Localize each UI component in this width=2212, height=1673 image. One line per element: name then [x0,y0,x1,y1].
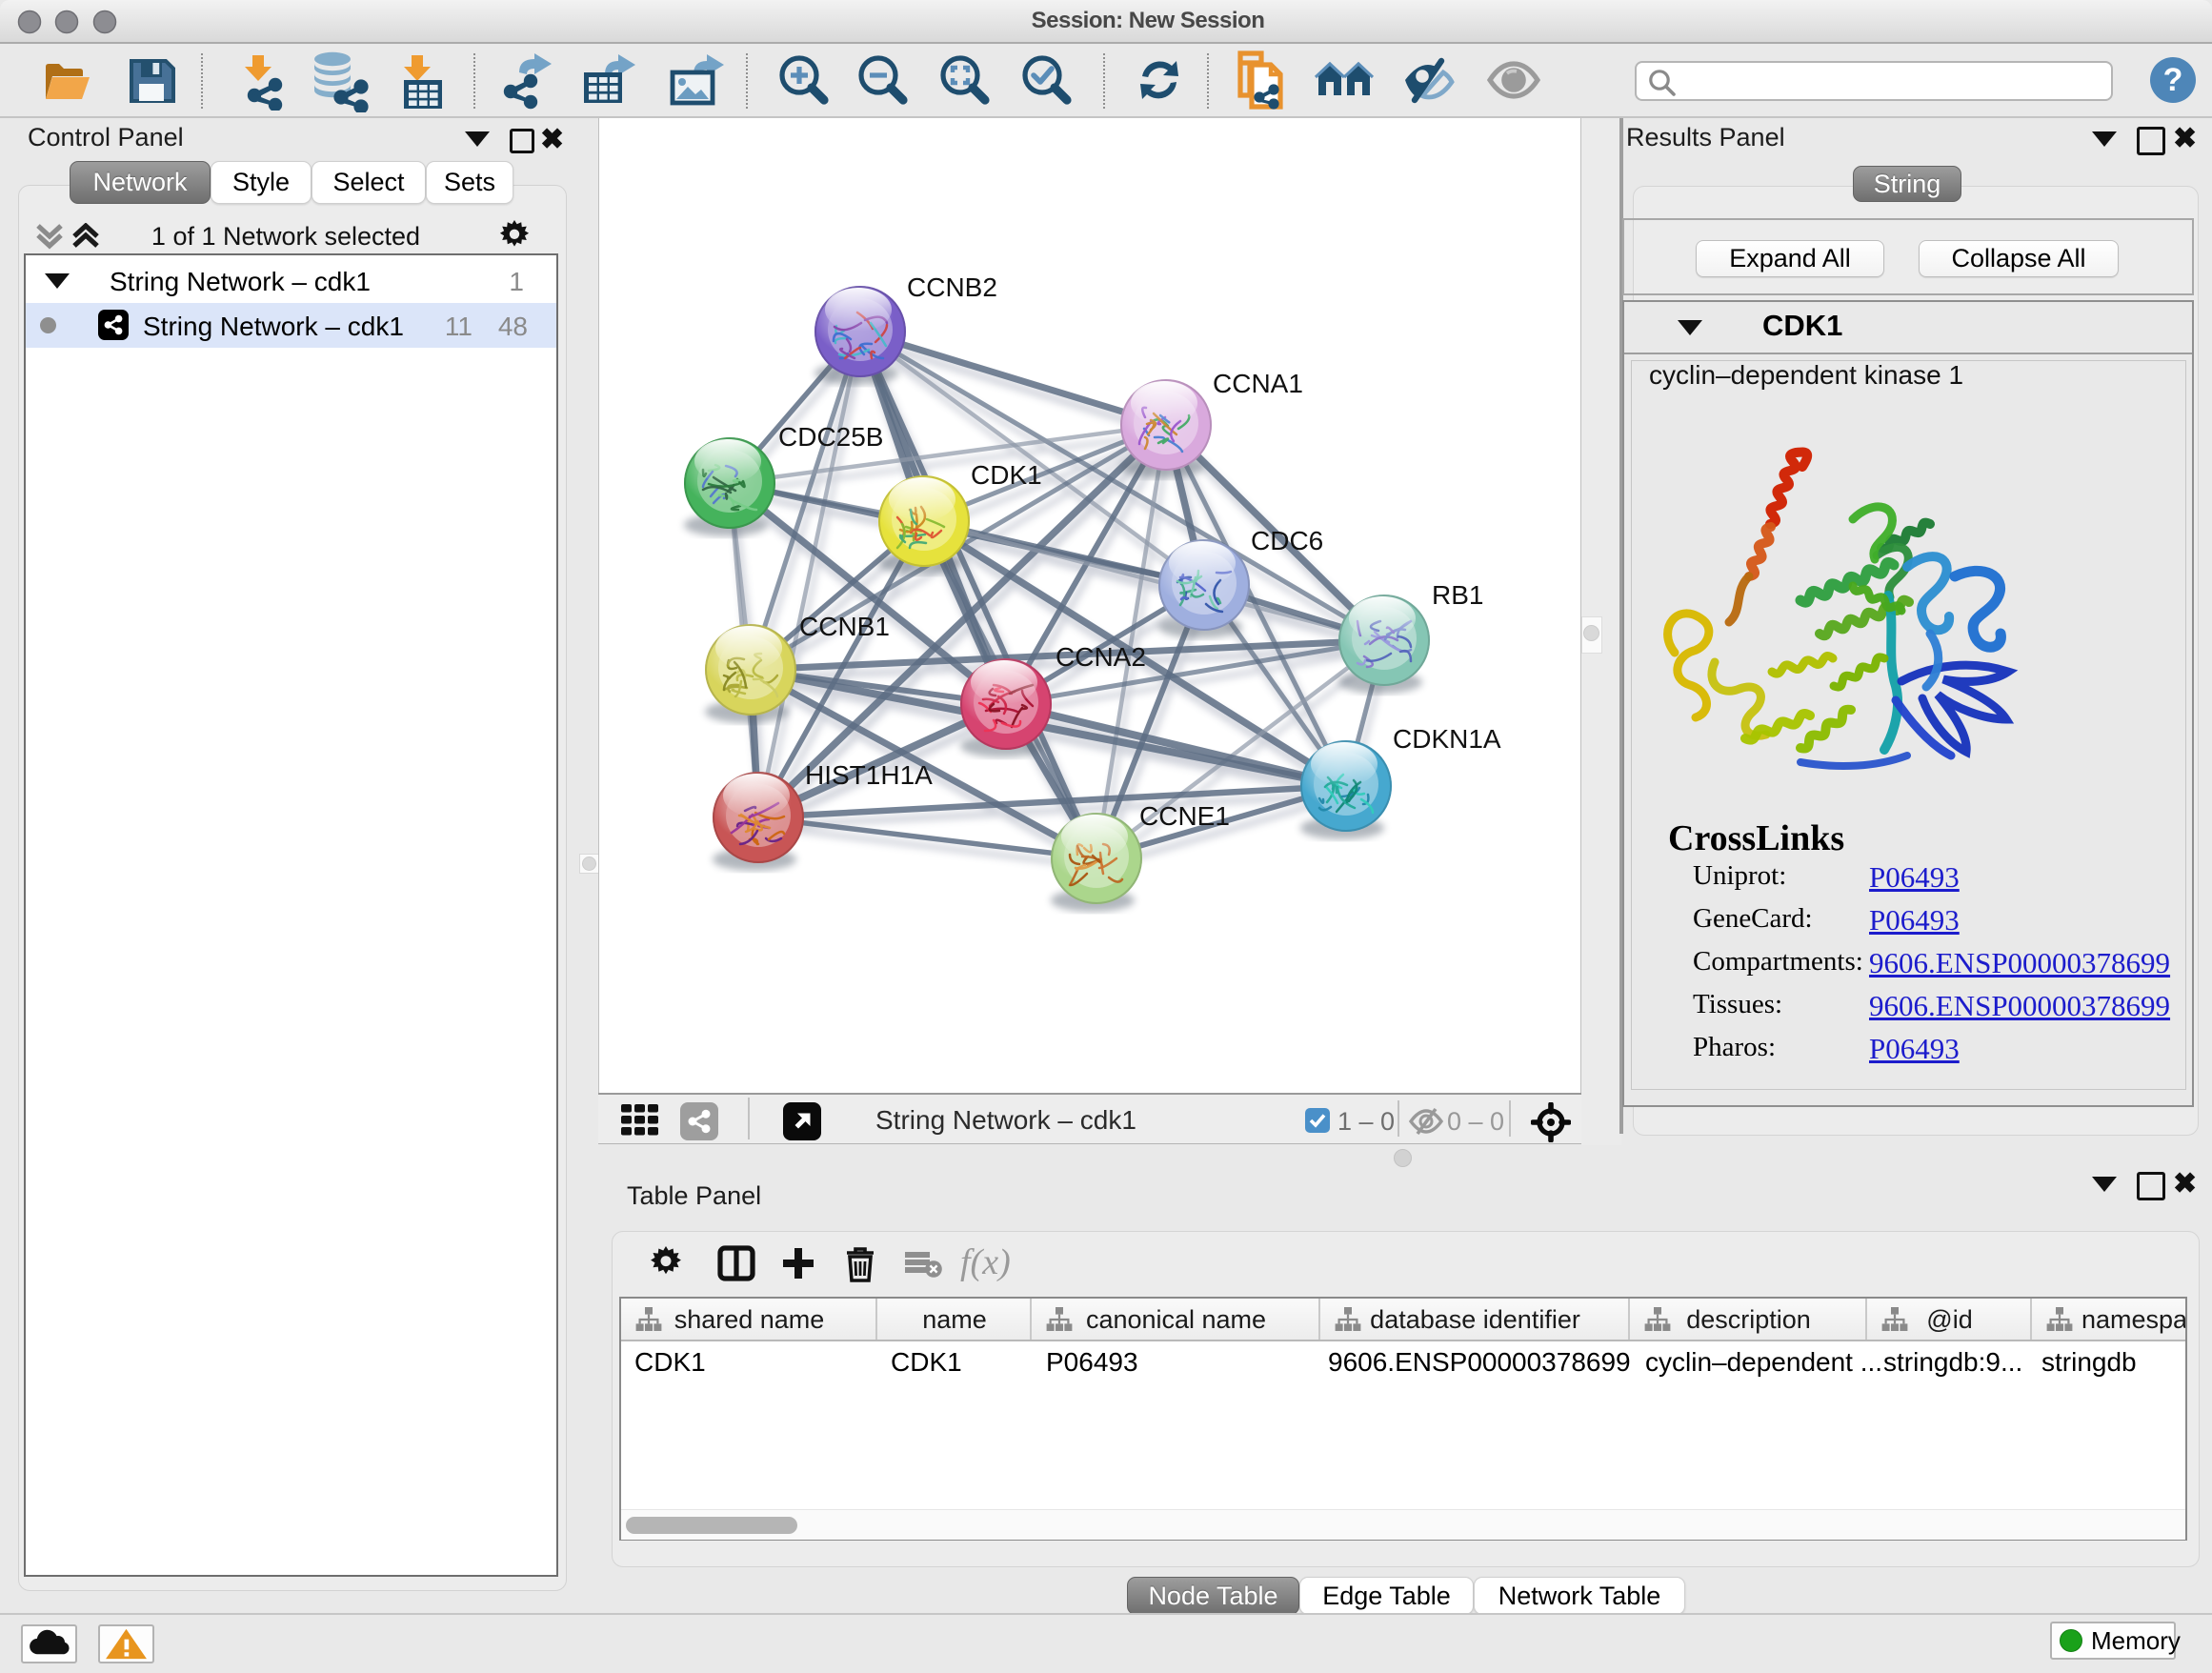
svg-text:CCNA1: CCNA1 [1213,369,1303,398]
svg-text:CCNE1: CCNE1 [1139,801,1230,831]
svg-text:CDC6: CDC6 [1251,526,1323,555]
svg-text:RB1: RB1 [1432,580,1483,610]
svg-text:CCNA2: CCNA2 [1056,642,1146,672]
svg-text:CDC25B: CDC25B [778,422,883,452]
svg-text:CCNB2: CCNB2 [907,272,997,302]
svg-text:CDKN1A: CDKN1A [1393,724,1501,754]
svg-text:CDK1: CDK1 [971,460,1042,490]
svg-text:CCNB1: CCNB1 [799,612,890,641]
svg-text:HIST1H1A: HIST1H1A [805,760,933,790]
